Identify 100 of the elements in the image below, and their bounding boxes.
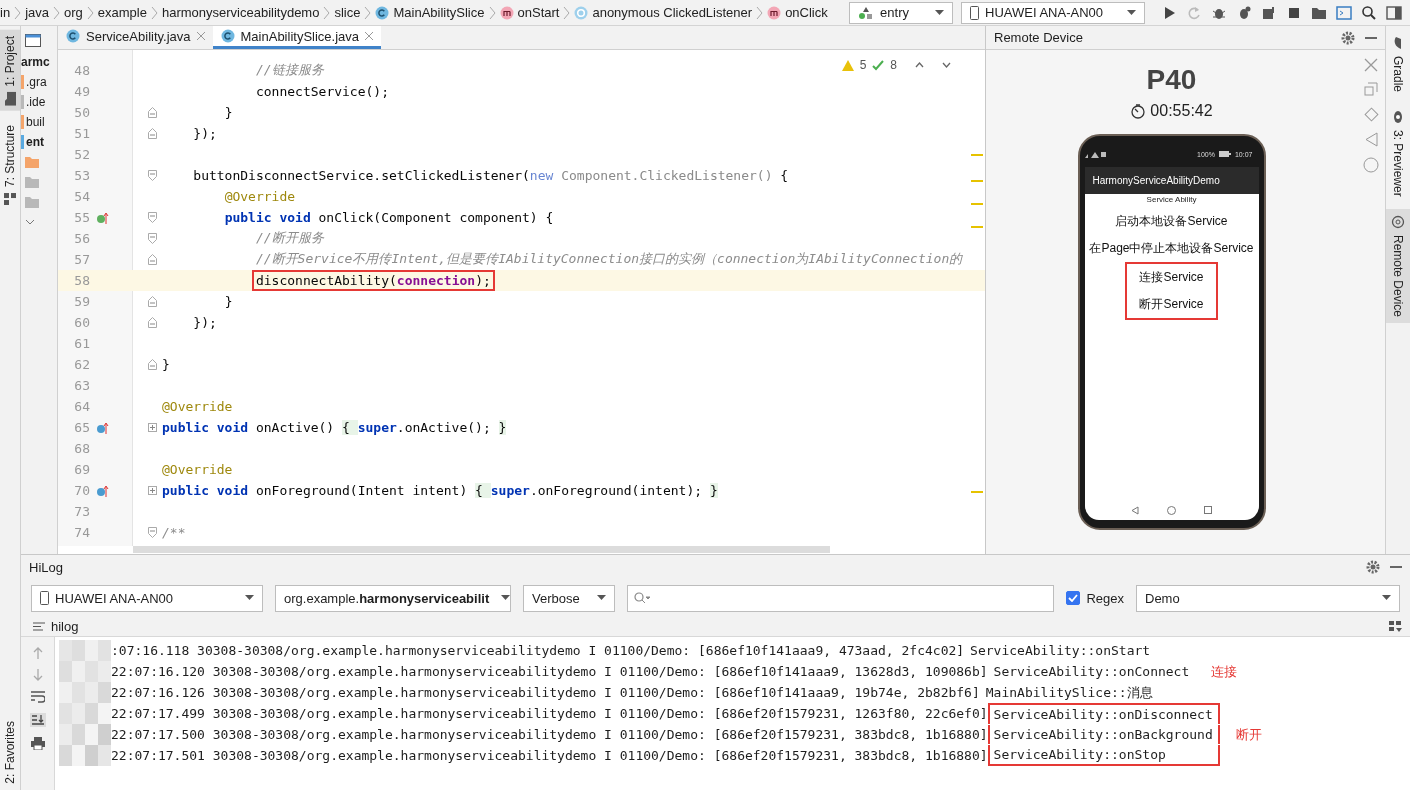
editor-tab[interactable]: ServiceAbility.java (58, 26, 213, 49)
annotation-label: 连接 (1211, 662, 1238, 681)
tool-window-tab[interactable]: Gradle (1386, 30, 1410, 99)
expand-icon[interactable] (148, 486, 157, 495)
override-icon[interactable] (96, 421, 109, 434)
rerun-icon[interactable] (1186, 4, 1202, 21)
fold-icon[interactable] (148, 128, 157, 139)
tool-window-tab[interactable]: 2: Favorites (0, 715, 20, 790)
log-message: MainAbilitySlice::消息 (984, 684, 1154, 702)
home-icon[interactable] (1363, 157, 1379, 173)
screenshot-icon[interactable] (1363, 82, 1379, 97)
search-icon[interactable] (1361, 4, 1377, 21)
override-icon[interactable] (96, 484, 109, 497)
layout-icon[interactable] (1389, 620, 1402, 633)
device-dropdown[interactable]: HUAWEI ANA-AN00 (961, 1, 1145, 24)
app-button[interactable]: 启动本地设备Service (1115, 208, 1228, 235)
attach-icon[interactable] (1261, 4, 1277, 21)
terminal-icon[interactable] (1336, 4, 1352, 21)
line-number: 61 (73, 336, 90, 351)
up-arrow-icon[interactable] (31, 647, 44, 659)
wrap-icon[interactable] (30, 691, 45, 703)
breadcrumb-item[interactable]: java (25, 5, 49, 20)
close-icon[interactable] (365, 32, 374, 40)
package-dropdown[interactable]: org.example.harmonyserviceabilit (275, 584, 511, 612)
app-button[interactable]: 在Page中停止本地设备Service (1089, 235, 1254, 262)
breadcrumb-item[interactable]: onClick (767, 5, 828, 20)
close-icon[interactable] (196, 32, 205, 40)
editor-tab[interactable]: MainAbilitySlice.java (212, 26, 382, 49)
line-number: 65 (73, 420, 90, 435)
code-line: }); (192, 313, 218, 332)
code-line: connectService(); (254, 82, 390, 101)
fold-icon[interactable] (148, 359, 157, 370)
line-number: 69 (73, 462, 90, 477)
code-line: public void onClick(Component component) { (223, 208, 555, 227)
tool-window-tab[interactable]: 3: Previewer (1386, 104, 1410, 203)
warning-icon[interactable] (841, 59, 854, 71)
fold-icon[interactable] (148, 107, 157, 118)
close-icon[interactable] (1364, 58, 1378, 72)
tool-window-tab[interactable]: 1: Project (0, 30, 20, 111)
sidebar-icon[interactable] (1386, 4, 1402, 21)
print-icon[interactable] (30, 737, 45, 750)
breadcrumb-item[interactable]: slice (334, 5, 361, 20)
line-number: 62 (73, 357, 90, 372)
fold-icon[interactable] (148, 254, 157, 265)
chevron-icon[interactable] (25, 219, 35, 225)
caret-icon (1382, 595, 1391, 601)
list-icon (33, 622, 45, 631)
minimize-icon[interactable] (1365, 36, 1377, 39)
scrollbar[interactable] (133, 546, 830, 553)
expand-icon[interactable] (148, 423, 157, 432)
rotate-icon[interactable] (1363, 107, 1379, 122)
log-level-dropdown[interactable]: Verbose (523, 584, 615, 612)
folder-icon (25, 156, 39, 168)
fold-icon[interactable] (148, 317, 157, 328)
run-config-dropdown[interactable]: entry (849, 1, 953, 24)
fold-icon[interactable] (148, 212, 157, 223)
app-button[interactable]: 断开Service (1139, 291, 1204, 318)
recents-icon[interactable] (1204, 506, 1212, 514)
scroll-end-icon[interactable] (29, 713, 46, 727)
settings-icon[interactable] (1341, 30, 1355, 45)
method-icon (499, 5, 514, 20)
home-icon[interactable] (1167, 505, 1176, 515)
tool-window-tab[interactable]: 7: Structure (0, 118, 20, 211)
fold-icon[interactable] (148, 233, 157, 244)
breadcrumb-item[interactable]: example (97, 5, 147, 20)
project-tree-item[interactable]: ent (21, 132, 57, 152)
project-tree-item[interactable]: armc (21, 52, 57, 72)
log-tab[interactable]: hilog (33, 619, 79, 634)
regex-checkbox[interactable]: Regex (1066, 590, 1124, 606)
warning-count[interactable]: 5 (859, 58, 867, 72)
window-icon[interactable] (25, 33, 41, 47)
up-icon[interactable] (915, 62, 924, 68)
breadcrumb-item[interactable]: org (64, 5, 83, 20)
breadcrumb-item[interactable]: anonymous ClickedListener (574, 5, 753, 20)
fold-icon[interactable] (148, 170, 157, 181)
search-field[interactable] (627, 584, 1055, 612)
folder-icon (21, 135, 24, 149)
device-dropdown[interactable]: HUAWEI ANA-AN00 (31, 584, 263, 612)
down-icon[interactable] (942, 62, 951, 68)
filter-dropdown[interactable]: Demo (1136, 584, 1400, 612)
app-button[interactable]: 连接Service (1139, 264, 1204, 291)
back-icon[interactable] (1131, 505, 1139, 515)
weak-warning-count[interactable]: 8 (890, 58, 897, 72)
line-number: 56 (73, 231, 90, 246)
implements-icon[interactable] (96, 211, 109, 224)
project-tree-item[interactable]: buil (21, 112, 57, 132)
tool-window-tab[interactable]: Remote Device (1386, 208, 1410, 323)
breadcrumb-item[interactable]: onStart (499, 5, 560, 20)
breadcrumb-item[interactable]: harmonyserviceabilitydemo (161, 5, 320, 20)
code-comment: //链接服务 (254, 61, 325, 79)
back-icon[interactable] (1364, 132, 1378, 147)
check-icon[interactable] (872, 59, 885, 71)
project-tree-item[interactable]: .ide (21, 92, 57, 112)
down-arrow-icon[interactable] (31, 669, 44, 681)
settings-icon[interactable] (1366, 560, 1380, 574)
breadcrumb-item[interactable]: MainAbilitySlice (375, 5, 485, 20)
project-tree-item[interactable]: .gra (21, 72, 57, 92)
fold-icon[interactable] (148, 527, 157, 538)
fold-icon[interactable] (148, 296, 157, 307)
breadcrumb-item[interactable]: in (0, 5, 11, 20)
